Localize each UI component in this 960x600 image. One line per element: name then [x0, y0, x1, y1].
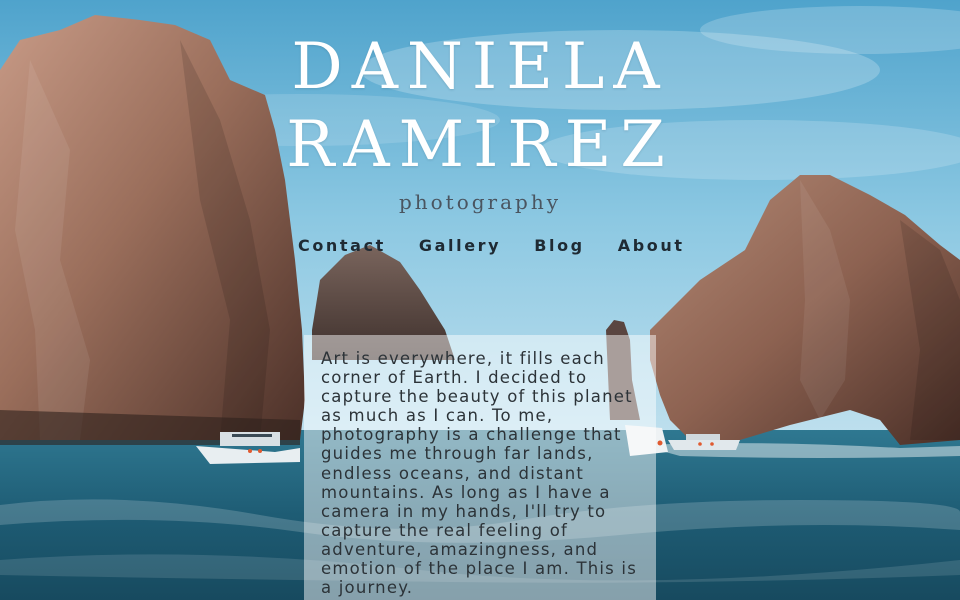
nav-item-contact[interactable]: Contact — [298, 236, 386, 255]
site-header: DANIELA RAMIREZ photography — [0, 28, 960, 214]
site-title-last-name: RAMIREZ — [286, 108, 674, 182]
site-title-first-name: DANIELA — [291, 30, 669, 104]
nav-item-about[interactable]: About — [618, 236, 685, 255]
intro-panel: Art is everywhere, it fills each corner … — [304, 335, 656, 600]
nav-item-blog[interactable]: Blog — [534, 236, 585, 255]
site-subtitle: photography — [398, 190, 562, 214]
nav-item-gallery[interactable]: Gallery — [419, 236, 501, 255]
intro-text: Art is everywhere, it fills each corner … — [321, 349, 638, 598]
main-nav: Contact Gallery Blog About — [298, 236, 685, 255]
